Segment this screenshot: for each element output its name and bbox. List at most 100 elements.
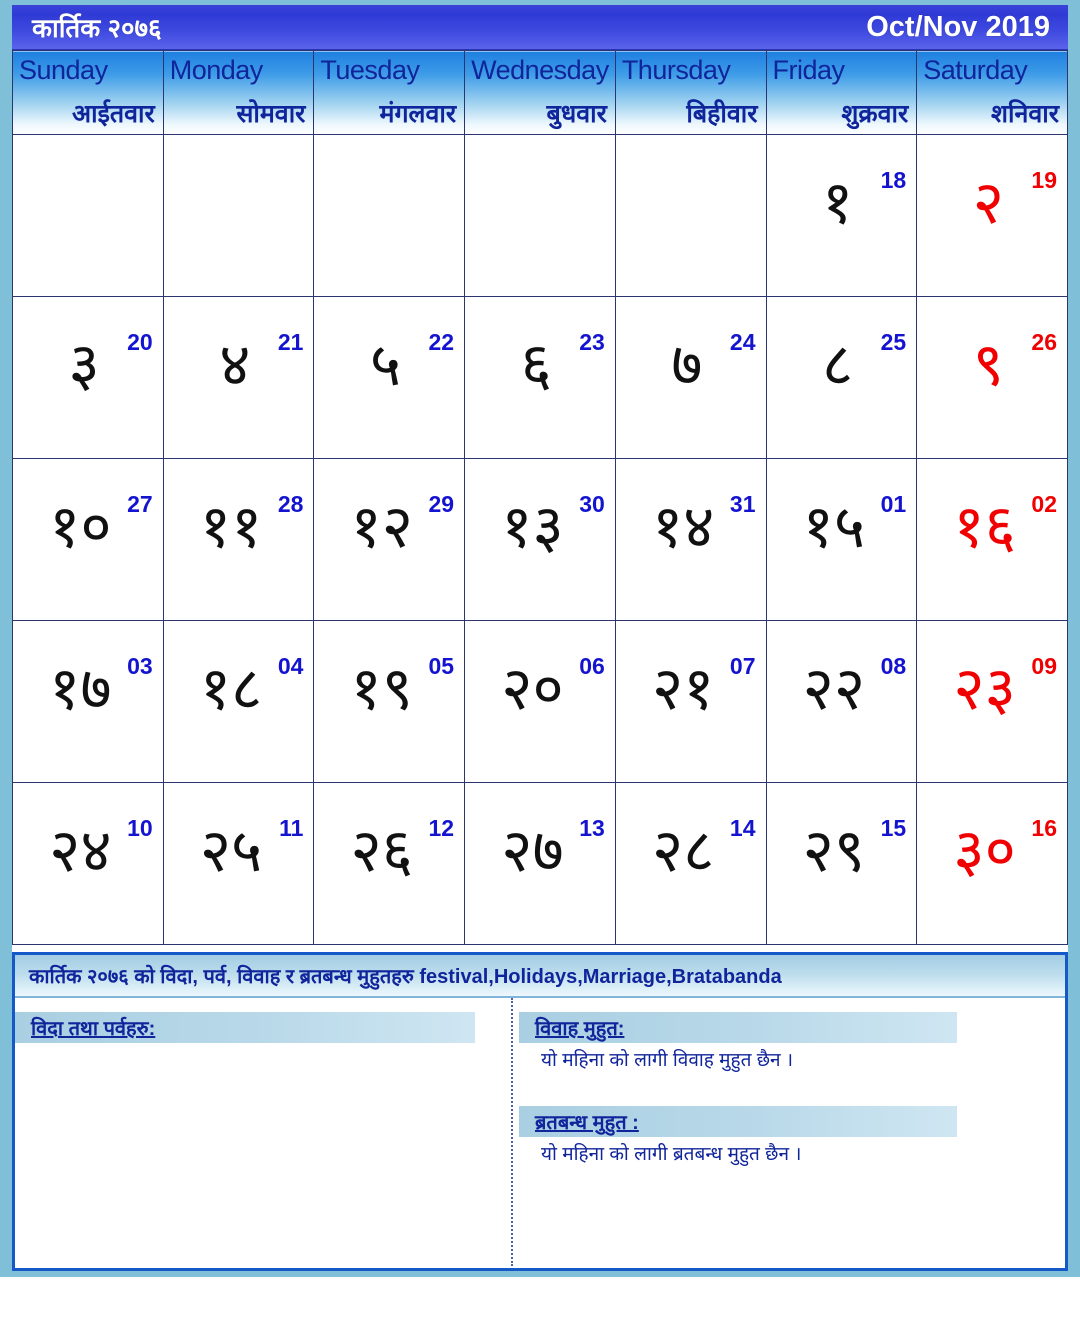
calendar-day-cell[interactable]: ६ 23: [464, 296, 616, 459]
calendar-day-cell[interactable]: १६ 02: [916, 458, 1068, 621]
day-number-gregorian: 11: [279, 815, 304, 841]
calendar-body: १ 18 २ 19 ३ 20 ४ 21 ५ 22 ६ 23 ७ 24 ८ 25 ९ 26 १० 27 ११ 28 १२ 29 १…: [12, 134, 1068, 945]
calendar-day-cell[interactable]: ७ 24: [614, 296, 767, 459]
weekday-header-thursday: Thursday बिहीवार: [614, 50, 767, 135]
day-number-nepali: २९: [802, 816, 866, 886]
day-number-nepali: ८: [822, 330, 854, 400]
weekday-header-sunday: Sunday आईतवार: [12, 50, 164, 135]
calendar-day-cell[interactable]: २७ 13: [464, 782, 616, 945]
day-number-gregorian: 21: [277, 329, 304, 355]
day-number-nepali: २७: [501, 816, 564, 886]
day-number-gregorian: 16: [1031, 815, 1057, 841]
day-number-gregorian: 02: [1031, 491, 1057, 517]
marriage-heading: विवाह मुहुत:: [535, 1018, 625, 1040]
calendar-day-cell[interactable]: २९ 15: [765, 782, 918, 945]
day-number-nepali: ५: [369, 330, 402, 400]
holidays-heading: विदा तथा पर्वहरु:: [31, 1018, 156, 1040]
day-number-nepali: १: [822, 168, 854, 238]
calendar-day-cell[interactable]: ८ 25: [765, 296, 918, 459]
calendar-day-cell[interactable]: २ 19: [916, 134, 1068, 297]
calendar-day-cell[interactable]: १८ 04: [162, 620, 315, 783]
weekday-en-label: Monday: [169, 55, 264, 85]
calendar-day-cell[interactable]: १० 27: [12, 458, 164, 621]
weekday-en-label: Saturday: [923, 55, 1028, 85]
day-number-gregorian: 09: [1031, 653, 1057, 679]
day-number-gregorian: 29: [428, 491, 455, 517]
day-number-nepali: ३: [68, 330, 100, 400]
bratabandha-section-header: ब्रतबन्ध मुहुत :: [519, 1106, 957, 1137]
day-number-nepali: २३: [953, 654, 1016, 724]
marriage-body: यो महिना को लागी विवाह मुहुत छैन ।: [541, 1050, 794, 1071]
weekday-np-label: मंगलवार: [379, 100, 457, 128]
calendar-day-cell[interactable]: २० 06: [464, 620, 616, 783]
weekday-header-row: Sunday आईतवार Monday सोमवार Tuesday मंगल…: [12, 50, 1068, 135]
day-number-gregorian: 28: [277, 491, 304, 517]
calendar-day-cell[interactable]: १ 18: [765, 134, 918, 297]
day-number-gregorian: 15: [880, 815, 907, 841]
calendar-week-row: १० 27 ११ 28 १२ 29 १३ 30 १४ 31 १५ 01 १६ 02: [12, 458, 1068, 621]
day-number-nepali: २२: [802, 654, 866, 724]
calendar-day-cell[interactable]: १७ 03: [12, 620, 164, 783]
events-footer-body: विदा तथा पर्वहरु: विवाह मुहुत: यो महिना …: [15, 998, 1065, 1266]
weekday-en-label: Wednesday: [471, 55, 609, 85]
calendar-day-cell-empty: [313, 134, 466, 297]
bratabandha-heading: ब्रतबन्ध मुहुत :: [535, 1112, 639, 1134]
calendar-day-cell[interactable]: २२ 08: [765, 620, 918, 783]
calendar-day-cell[interactable]: ३० 16: [916, 782, 1068, 945]
weekday-np-label: बिहीवार: [686, 100, 758, 128]
calendar-day-cell[interactable]: २४ 10: [12, 782, 164, 945]
weekday-np-label: बुधवार: [546, 100, 607, 128]
events-footer-panel: कार्तिक २०७६ को विदा, पर्व, विवाह र ब्रत…: [12, 952, 1068, 1271]
day-number-nepali: २४: [49, 816, 112, 886]
calendar-day-cell[interactable]: १५ 01: [765, 458, 918, 621]
nepali-month-title: कार्तिक २०७६: [32, 13, 162, 43]
day-number-gregorian: 31: [729, 491, 756, 517]
calendar-day-cell[interactable]: ९ 26: [916, 296, 1068, 459]
day-number-nepali: ७: [671, 330, 703, 400]
day-number-nepali: २८: [651, 816, 715, 886]
calendar-week-row: १ 18 २ 19: [12, 134, 1068, 297]
day-number-nepali: २५: [199, 816, 263, 886]
day-number-gregorian: 01: [880, 491, 907, 517]
calendar-week-row: २४ 10 २५ 11 २६ 12 २७ 13 २८ 14 २९ 15 ३० 16: [12, 782, 1068, 945]
day-number-nepali: १९: [350, 654, 413, 724]
calendar-day-cell[interactable]: १२ 29: [313, 458, 466, 621]
day-number-gregorian: 14: [729, 815, 756, 841]
calendar-day-cell-empty: [162, 134, 315, 297]
calendar-day-cell[interactable]: १४ 31: [614, 458, 767, 621]
calendar-day-cell[interactable]: ३ 20: [12, 296, 164, 459]
calendar-day-cell[interactable]: ११ 28: [162, 458, 315, 621]
calendar-day-cell[interactable]: १९ 05: [313, 620, 466, 783]
day-number-nepali: ६: [520, 330, 552, 400]
calendar-day-cell[interactable]: २१ 07: [614, 620, 767, 783]
day-number-gregorian: 05: [428, 653, 455, 679]
weekday-en-label: Sunday: [19, 55, 108, 85]
weekday-np-label: आईतवार: [72, 100, 155, 128]
bratabandha-body: यो महिना को लागी ब्रतबन्ध मुहुत छैन ।: [541, 1144, 802, 1165]
day-number-nepali: ३०: [953, 816, 1016, 886]
day-number-nepali: १०: [49, 492, 112, 562]
day-number-gregorian: 23: [579, 329, 605, 355]
calendar-day-cell[interactable]: २६ 12: [313, 782, 466, 945]
calendar-day-cell[interactable]: ५ 22: [313, 296, 466, 459]
calendar-day-cell[interactable]: २८ 14: [614, 782, 767, 945]
weekday-en-label: Thursday: [621, 55, 731, 85]
events-footer-title: कार्तिक २०७६ को विदा, पर्व, विवाह र ब्रत…: [29, 966, 782, 988]
calendar-day-cell[interactable]: १३ 30: [464, 458, 616, 621]
weekday-header-friday: Friday शुक्रवार: [765, 50, 918, 135]
calendar-day-cell[interactable]: २३ 09: [916, 620, 1068, 783]
calendar-day-cell[interactable]: २५ 11: [162, 782, 315, 945]
weekday-header-wednesday: Wednesday बुधवार: [464, 50, 616, 135]
day-number-nepali: १८: [199, 654, 263, 724]
calendar-week-row: १७ 03 १८ 04 १९ 05 २० 06 २१ 07 २२ 08 २३ 09: [12, 620, 1068, 783]
day-number-gregorian: 06: [579, 653, 605, 679]
day-number-nepali: २०: [501, 654, 564, 724]
weekday-header-monday: Monday सोमवार: [162, 50, 315, 135]
day-number-nepali: २: [972, 168, 1004, 238]
day-number-nepali: १२: [350, 492, 413, 562]
calendar-day-cell-empty: [464, 134, 616, 297]
weekday-header-saturday: Saturday शनिवार: [916, 50, 1068, 135]
day-number-nepali: १३: [501, 492, 564, 562]
calendar-day-cell[interactable]: ४ 21: [162, 296, 315, 459]
